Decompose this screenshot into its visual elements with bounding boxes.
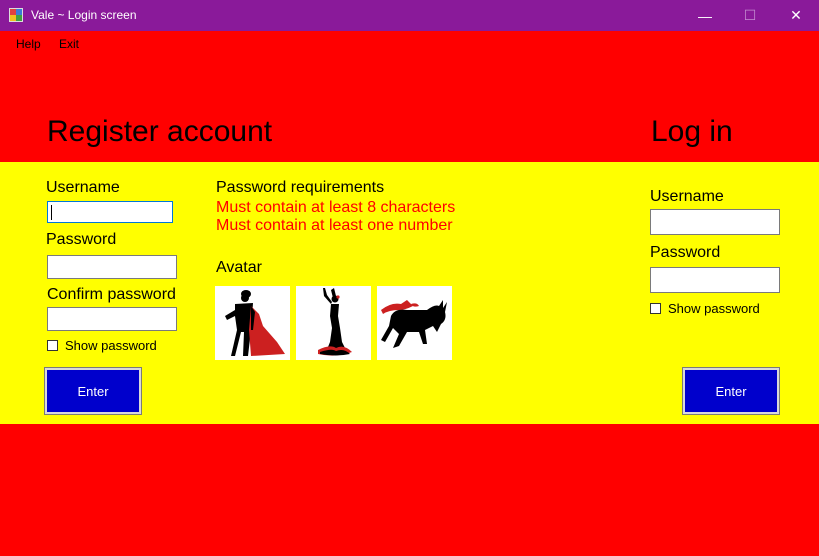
menu-bar: Help Exit	[0, 31, 819, 55]
login-heading: Log in	[651, 115, 733, 148]
avatar-label: Avatar	[216, 259, 262, 276]
register-username-input[interactable]	[47, 201, 173, 223]
login-password-input[interactable]	[650, 267, 780, 293]
title-bar: Vale ~ Login screen — ☐ ✕	[0, 0, 819, 31]
register-heading: Register account	[47, 115, 273, 148]
text-caret	[51, 205, 52, 220]
requirement-min-length: Must contain at least 8 characters	[216, 199, 456, 216]
flamenco-dancer-icon	[318, 288, 352, 356]
confirm-password-label: Confirm password	[47, 286, 176, 303]
register-enter-button[interactable]: Enter	[44, 367, 142, 415]
login-show-password-label: Show password	[668, 301, 760, 316]
login-show-password-checkbox[interactable]	[650, 303, 661, 314]
maximize-icon: ☐	[743, 7, 757, 23]
menu-item-exit[interactable]: Exit	[59, 37, 79, 51]
requirement-number: Must contain at least one number	[216, 217, 453, 234]
close-icon: ✕	[790, 7, 802, 23]
matador-icon	[225, 290, 285, 356]
minimize-button[interactable]: —	[682, 0, 728, 31]
app-icon	[9, 8, 23, 22]
minimize-icon: —	[698, 7, 712, 24]
avatar-option-flamenco[interactable]	[296, 286, 371, 360]
avatar-option-bull[interactable]	[377, 286, 452, 360]
login-username-label: Username	[650, 188, 724, 205]
bull-icon	[381, 300, 447, 348]
register-password-label: Password	[46, 231, 117, 248]
login-username-input[interactable]	[650, 209, 780, 235]
register-username-label: Username	[46, 179, 120, 196]
register-show-password[interactable]: Show password	[47, 338, 157, 353]
maximize-button[interactable]: ☐	[727, 0, 773, 31]
password-requirements-heading: Password requirements	[216, 179, 385, 196]
menu-item-help[interactable]: Help	[16, 37, 41, 51]
login-show-password[interactable]: Show password	[650, 301, 760, 316]
avatar-option-matador[interactable]	[215, 286, 290, 360]
flag-band-bottom	[0, 424, 819, 556]
login-enter-button[interactable]: Enter	[682, 367, 780, 415]
register-password-input[interactable]	[47, 255, 177, 279]
confirm-password-input[interactable]	[47, 307, 177, 331]
register-show-password-label: Show password	[65, 338, 157, 353]
close-button[interactable]: ✕	[773, 0, 819, 31]
register-show-password-checkbox[interactable]	[47, 340, 58, 351]
login-password-label: Password	[650, 244, 721, 261]
window-title: Vale ~ Login screen	[31, 8, 137, 22]
